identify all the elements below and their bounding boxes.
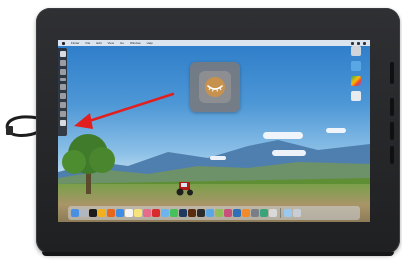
folder-icon[interactable] (351, 61, 361, 71)
display-screen: Finder File Edit View Go Window Help (58, 40, 370, 222)
terminal-icon[interactable] (89, 209, 97, 217)
dock (68, 206, 360, 220)
touch-icon[interactable] (59, 93, 66, 99)
finder-icon[interactable] (71, 209, 79, 217)
tree (62, 134, 115, 194)
app-icon[interactable] (269, 209, 277, 217)
app-icon[interactable] (224, 209, 232, 217)
eraser-icon[interactable] (59, 60, 66, 66)
firefox-icon[interactable] (107, 209, 115, 217)
safari-icon[interactable] (116, 209, 124, 217)
illustrator-icon[interactable] (188, 209, 196, 217)
separator (59, 78, 66, 81)
menu-item-help[interactable]: Help (147, 40, 153, 46)
dock-separator (280, 208, 281, 218)
cloud (210, 156, 226, 160)
settings-icon[interactable] (59, 84, 66, 90)
cloud (326, 128, 346, 133)
desktop-icons (350, 46, 362, 101)
hardware-slot (390, 62, 394, 84)
app-icon[interactable] (260, 209, 268, 217)
menu-bar: Finder File Edit View Go Window Help (58, 40, 370, 46)
menu-item-edit[interactable]: Edit (96, 40, 101, 46)
cloud (263, 132, 303, 139)
pen-icon[interactable] (59, 51, 66, 57)
tablet-edge (42, 252, 394, 256)
hud-popup-inner (199, 71, 231, 103)
file-icon[interactable] (351, 91, 361, 101)
photoshop-icon[interactable] (179, 209, 187, 217)
menu-item-finder[interactable]: Finder (71, 40, 80, 46)
tablet-icon[interactable] (197, 209, 205, 217)
messages-icon[interactable] (170, 209, 178, 217)
photos-icon[interactable] (143, 209, 151, 217)
cloud (272, 150, 306, 156)
downloads-icon[interactable] (284, 209, 292, 217)
chrome-icon[interactable] (98, 209, 106, 217)
eye-closed-icon (205, 77, 225, 97)
menu-item-go[interactable]: Go (120, 40, 124, 46)
keyboard-icon[interactable] (59, 102, 66, 108)
wifi-icon[interactable] (351, 41, 354, 45)
tractor (176, 182, 193, 196)
mail-icon[interactable] (161, 209, 169, 217)
calendar-icon[interactable] (125, 209, 133, 217)
brush-icon[interactable] (59, 69, 66, 75)
hardware-button-1[interactable] (390, 98, 394, 116)
hardware-button-3[interactable] (390, 146, 394, 164)
launchpad-icon[interactable] (80, 209, 88, 217)
usb-cable (5, 115, 39, 137)
preview-icon[interactable] (215, 209, 223, 217)
app-icon[interactable] (233, 209, 241, 217)
menu-item-window[interactable]: Window (130, 40, 141, 46)
notes-icon[interactable] (134, 209, 142, 217)
menu-item-view[interactable]: View (108, 40, 114, 46)
play-store-icon[interactable] (351, 76, 361, 86)
battery-icon[interactable] (357, 41, 360, 45)
hud-popup (190, 62, 240, 112)
apple-icon[interactable] (62, 41, 65, 45)
drive-icon[interactable] (351, 46, 361, 56)
folder-icon[interactable] (206, 209, 214, 217)
menu-item-file[interactable]: File (86, 40, 91, 46)
hardware-button-2[interactable] (390, 122, 394, 140)
pen-toolbar (58, 48, 67, 136)
app-icon[interactable] (251, 209, 259, 217)
clock-icon[interactable] (363, 41, 366, 45)
radial-menu-icon[interactable] (59, 120, 66, 126)
hardware-buttons (390, 98, 394, 168)
pan-icon[interactable] (59, 111, 66, 117)
app-icon[interactable] (242, 209, 250, 217)
acrobat-icon[interactable] (152, 209, 160, 217)
trash-icon[interactable] (293, 209, 301, 217)
status-menu (351, 41, 366, 45)
